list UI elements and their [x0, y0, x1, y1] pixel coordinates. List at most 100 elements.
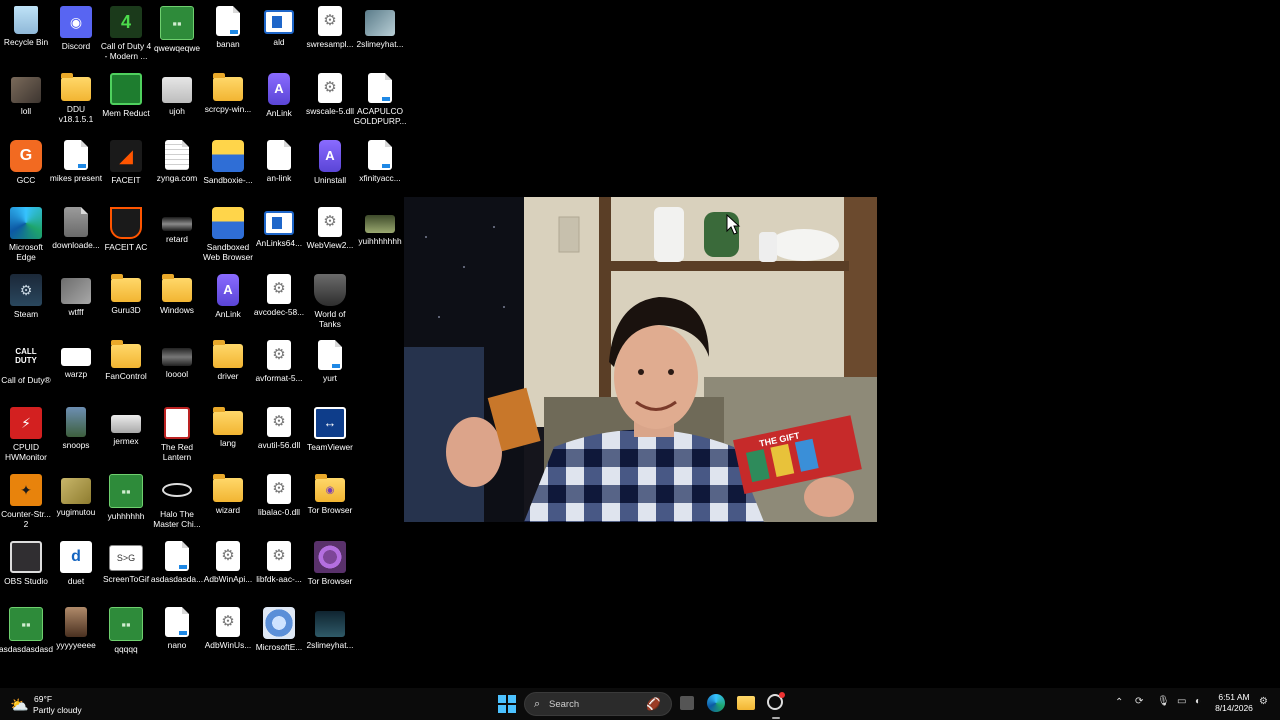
desktop-icon-discord[interactable]: ◉ Discord: [50, 2, 102, 64]
photo-window[interactable]: THE GIFT: [404, 197, 877, 522]
desktop-icon-driver[interactable]: driver: [202, 336, 254, 398]
desktop-icon-webview2[interactable]: ⚙ WebView2...: [304, 203, 356, 265]
desktop-icon-anlink[interactable]: A AnLink: [253, 69, 305, 131]
start-button[interactable]: [498, 695, 516, 713]
active-app-indicator: [772, 717, 780, 719]
desktop-icon-adbwinus[interactable]: ⚙ AdbWinUs...: [202, 603, 254, 665]
desktop-icon-counter-strike[interactable]: ✦ Counter-Str... 2: [0, 470, 52, 532]
desktop-icon-ddu[interactable]: DDU v18.1.5.1: [50, 69, 102, 131]
desktop-icon-avformat[interactable]: ⚙ avformat-5...: [253, 336, 305, 398]
desktop-icon-mikes-present[interactable]: mikes present: [50, 136, 102, 198]
desktop-icon-downloade[interactable]: downloade...: [50, 203, 102, 265]
chevron-up-icon[interactable]: ⌃: [1115, 697, 1123, 708]
desktop-icon-faceit-ac[interactable]: FACEIT AC: [100, 203, 152, 265]
desktop-icon-acapulco[interactable]: ACAPULCO GOLDPURP...: [354, 69, 406, 131]
creeper-icon: ▪▪: [109, 474, 143, 508]
taskbar-search[interactable]: ⌕ Search 🏈: [524, 692, 672, 716]
desktop-icon-mem-reduct[interactable]: Mem Reduct: [100, 69, 152, 131]
desktop-icon-windows[interactable]: Windows: [151, 270, 203, 332]
desktop-icon-yurt[interactable]: yurt: [304, 336, 356, 398]
desktop-icon-scrcpy[interactable]: scrcpy-win...: [202, 69, 254, 131]
desktop-icon-tor-browser-folder[interactable]: ◉ Tor Browser: [304, 470, 356, 532]
desktop-icon-zynga[interactable]: zynga.com: [151, 136, 203, 198]
weather-desc: Partly cloudy: [33, 705, 82, 715]
desktop-icon-swresample[interactable]: ⚙ swresampl...: [304, 2, 356, 64]
tor-browser-icon: [314, 541, 346, 573]
desktop-icon-uninstall[interactable]: A Uninstall: [304, 136, 356, 198]
sync-icon[interactable]: ⟳: [1135, 696, 1143, 707]
desktop-icon-nano[interactable]: nano: [151, 603, 203, 665]
volume-icon[interactable]: ◐: [1195, 696, 1201, 707]
desktop-icon-faceit[interactable]: ◢ FACEIT: [100, 136, 152, 198]
desktop-icon-yugimutou[interactable]: yugimutou: [50, 470, 102, 532]
search-icon: ⌕: [534, 698, 541, 710]
file-icon: [165, 607, 189, 637]
dll-icon: ⚙: [267, 340, 291, 370]
desktop-icon-wizard[interactable]: wizard: [202, 470, 254, 532]
network-icon[interactable]: ▭: [1177, 696, 1186, 707]
task-view-icon[interactable]: [680, 696, 694, 710]
desktop-icon-red-lantern[interactable]: The Red Lantern: [151, 403, 203, 465]
sandboxie-icon: [212, 207, 244, 239]
notifications-icon[interactable]: ⚙: [1259, 696, 1268, 707]
desktop-icon-recycle-bin[interactable]: Recycle Bin: [0, 2, 52, 64]
desktop-icon-edge[interactable]: Microsoft Edge: [0, 203, 52, 265]
desktop-icon-2slimeyhat-2[interactable]: 2slimeyhat...: [304, 603, 356, 665]
desktop-icon-anlink-2[interactable]: A AnLink: [202, 270, 254, 332]
file-explorer-icon[interactable]: [737, 696, 755, 710]
desktop-icon-screentogif[interactable]: S>G ScreenToGif: [100, 537, 152, 599]
desktop-icon-an-link[interactable]: an-link: [253, 136, 305, 198]
desktop-icon-hwmonitor[interactable]: ⚡ CPUID HWMonitor: [0, 403, 52, 465]
desktop-icon-snoops[interactable]: snoops: [50, 403, 102, 465]
desktop-icon-retard[interactable]: retard: [151, 203, 203, 265]
desktop-icon-obs-studio[interactable]: OBS Studio: [0, 537, 52, 599]
desktop-icon-asdasdasdasd[interactable]: ▪▪ asdasdasdasd: [0, 603, 53, 665]
desktop-icon-tor-browser[interactable]: Tor Browser: [304, 537, 356, 599]
desktop-icon-asdasdasda[interactable]: asdasdasda...: [151, 537, 203, 599]
desktop-icon-xfinityacc[interactable]: xfinityacc...: [354, 136, 406, 198]
file-icon: [318, 340, 342, 370]
desktop-icon-qqqqq[interactable]: ▪▪ qqqqq: [100, 603, 152, 665]
desktop-icon-swscale[interactable]: ⚙ swscale-5.dll: [304, 69, 356, 131]
desktop-icon-lang[interactable]: lang: [202, 403, 254, 465]
desktop-icon-gcc[interactable]: G GCC: [0, 136, 52, 198]
desktop-icon-adbwinapi[interactable]: ⚙ AdbWinApi...: [202, 537, 254, 599]
desktop-icon-sandboxed-web-browser[interactable]: Sandboxed Web Browser: [202, 203, 254, 265]
desktop-icon-warzp[interactable]: warzp: [50, 336, 102, 398]
desktop-icon-world-of-tanks[interactable]: World of Tanks: [304, 270, 356, 332]
clock[interactable]: 6:51 AM 8/14/2026: [1212, 692, 1256, 714]
desktop-icon-qwewqeqwe[interactable]: ▪▪ qwewqeqwe: [151, 2, 203, 64]
desktop-icon-libalac[interactable]: ⚙ libalac-0.dll: [253, 470, 305, 532]
desktop-icon-halo[interactable]: Halo The Master Chi...: [151, 470, 203, 532]
weather-widget[interactable]: ⛅ 69°F Partly cloudy: [10, 694, 120, 716]
desktop-icon-cod4[interactable]: 4 Call of Duty 4 - Modern ...: [100, 2, 152, 64]
desktop-icon-loll[interactable]: loll: [0, 69, 52, 131]
desktop-icon-yuhhhhhh[interactable]: ▪▪ yuhhhhhh: [100, 470, 152, 532]
desktop-icon-ald[interactable]: ald: [253, 2, 305, 64]
desktop-icon-yyyyyeeee[interactable]: yyyyyeeee: [50, 603, 102, 665]
desktop-icon-ujoh[interactable]: ujoh: [151, 69, 203, 131]
desktop-icon-2slimeyhat[interactable]: 2slimeyhat...: [354, 2, 406, 64]
desktop-icon-steam[interactable]: ⚙ Steam: [0, 270, 52, 332]
desktop-icon-teamviewer[interactable]: ↔ TeamViewer: [304, 403, 356, 465]
desktop-icon-wtfff[interactable]: wtfff: [50, 270, 102, 332]
folder-icon: [213, 73, 243, 101]
desktop-icon-jermex[interactable]: jermex: [100, 403, 152, 465]
settings-taskbar-icon[interactable]: [767, 692, 785, 710]
creeper-icon: ▪▪: [109, 607, 143, 641]
desktop-icon-fancontrol[interactable]: FanControl: [100, 336, 152, 398]
microphone-icon[interactable]: 🎙: [1157, 696, 1170, 707]
desktop-icon-looool[interactable]: looool: [151, 336, 203, 398]
desktop-icon-anlinks64[interactable]: AnLinks64...: [253, 203, 305, 265]
desktop-icon-microsofte[interactable]: MicrosoftE...: [253, 603, 305, 665]
desktop-icon-avcodec[interactable]: ⚙ avcodec-58...: [253, 270, 305, 332]
desktop-icon-duet[interactable]: d duet: [50, 537, 102, 599]
desktop-icon-libfdk-aac[interactable]: ⚙ libfdk-aac-...: [253, 537, 305, 599]
desktop-icon-sandboxie[interactable]: Sandboxie-...: [202, 136, 254, 198]
desktop-icon-call-of-duty[interactable]: CALL DUTY Call of Duty®: [0, 336, 52, 398]
desktop-icon-avutil[interactable]: ⚙ avutil-56.dll: [253, 403, 305, 465]
edge-taskbar-icon[interactable]: [707, 694, 725, 712]
desktop-icon-yuihhhhhhh[interactable]: yuihhhhhhh: [354, 203, 406, 265]
desktop-icon-banan[interactable]: banan: [202, 2, 254, 64]
desktop-icon-guru3d[interactable]: Guru3D: [100, 270, 152, 332]
